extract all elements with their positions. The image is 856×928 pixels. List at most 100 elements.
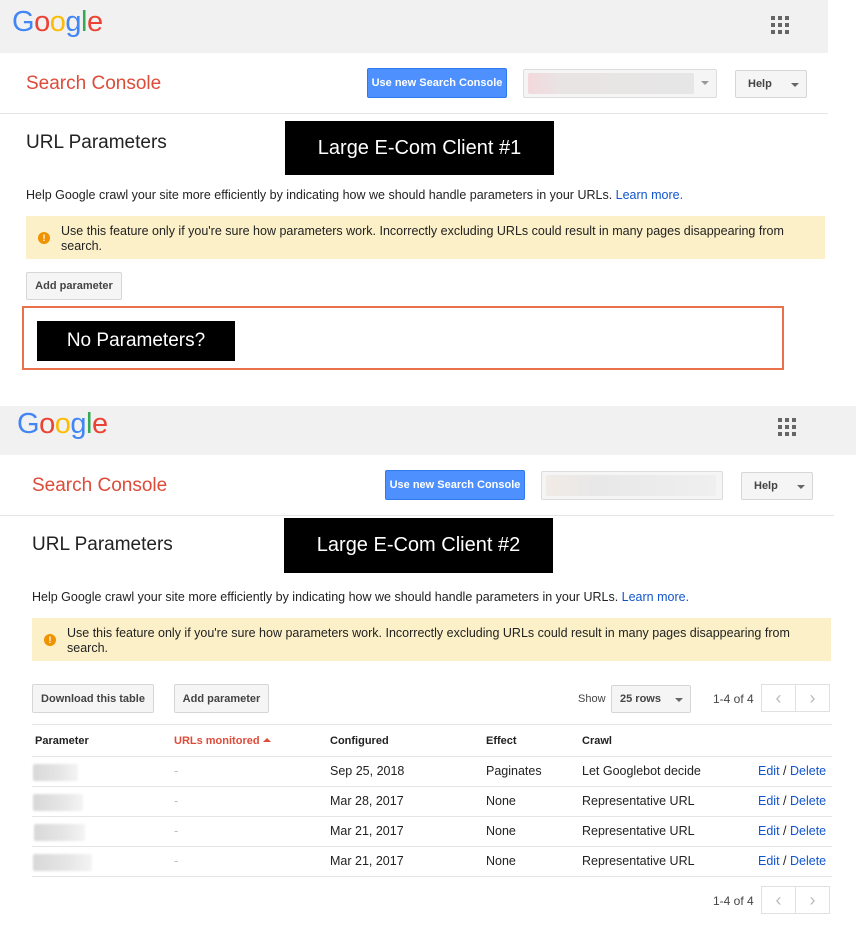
logo-letter: e (86, 6, 103, 38)
chevron-left-icon[interactable]: ‹ (761, 886, 796, 914)
help-text: Help Google crawl your site more efficie… (26, 188, 613, 202)
edit-link[interactable]: Edit (758, 854, 780, 868)
help-button[interactable]: Help (735, 70, 807, 98)
pagination-count: 1-4 of 4 (713, 894, 754, 908)
download-table-button[interactable]: Download this table (32, 684, 154, 713)
col-header-configured[interactable]: Configured (330, 735, 389, 747)
row-divider (32, 816, 832, 817)
chevron-down-icon (701, 81, 709, 85)
header-divider (0, 113, 828, 114)
logo-letter: g (70, 408, 86, 440)
action-separator: / (783, 794, 787, 808)
delete-link[interactable]: Delete (790, 854, 826, 868)
chevron-down-icon (675, 698, 683, 702)
edit-link[interactable]: Edit (758, 764, 780, 778)
help-description: Help Google crawl your site more efficie… (32, 590, 689, 604)
use-new-search-console-button[interactable]: Use new Search Console (385, 470, 525, 500)
page-title: URL Parameters (26, 132, 167, 153)
header-divider (32, 756, 832, 757)
use-new-search-console-button[interactable]: Use new Search Console (367, 68, 507, 98)
delete-link[interactable]: Delete (790, 794, 826, 808)
urls-monitored-cell: - (174, 764, 179, 778)
configured-cell: Sep 25, 2018 (330, 764, 405, 778)
warning-text: Use this feature only if you're sure how… (67, 626, 790, 655)
site-selector[interactable] (541, 471, 723, 500)
col-header-effect[interactable]: Effect (486, 735, 517, 747)
add-parameter-button[interactable]: Add parameter (174, 684, 269, 713)
rows-per-page-select[interactable]: 25 rows (611, 685, 691, 713)
effect-cell: None (486, 794, 516, 808)
site-name-redacted (546, 475, 716, 496)
col-header-label: URLs monitored (174, 735, 260, 747)
learn-more-link[interactable]: Learn more. (622, 590, 689, 604)
logo-letter: o (54, 408, 71, 440)
client-label: Large E-Com Client #2 (284, 518, 553, 573)
chevron-down-icon (791, 83, 799, 87)
parameter-redacted (34, 824, 85, 841)
chevron-down-icon (797, 485, 805, 489)
urls-monitored-cell: - (174, 824, 179, 838)
urls-monitored-cell: - (174, 794, 179, 808)
no-parameters-label: No Parameters? (37, 321, 235, 361)
configured-cell: Mar 21, 2017 (330, 854, 404, 868)
help-label: Help (754, 480, 778, 492)
sort-ascending-icon (262, 738, 271, 742)
effect-cell: None (486, 854, 516, 868)
col-header-crawl[interactable]: Crawl (582, 735, 612, 747)
learn-more-link[interactable]: Learn more. (616, 188, 683, 202)
edit-link[interactable]: Edit (758, 824, 780, 838)
show-label: Show (578, 693, 606, 705)
page-title: URL Parameters (32, 534, 173, 555)
action-separator: / (783, 854, 787, 868)
edit-link[interactable]: Edit (758, 794, 780, 808)
delete-link[interactable]: Delete (790, 764, 826, 778)
table-top-divider (32, 724, 832, 725)
crawl-cell: Representative URL (582, 824, 695, 838)
logo-letter: o (34, 6, 50, 38)
logo-letter: G (12, 6, 35, 38)
parameter-redacted (33, 794, 83, 811)
parameter-redacted (33, 854, 92, 871)
site-selector[interactable] (523, 69, 717, 98)
google-topbar (0, 0, 828, 53)
logo-letter: e (91, 408, 108, 440)
rows-value: 25 rows (620, 693, 661, 705)
logo-letter: o (39, 408, 55, 440)
parameter-redacted (33, 764, 78, 781)
configured-cell: Mar 21, 2017 (330, 824, 404, 838)
warning-circle-icon: ! (44, 634, 56, 646)
logo-letter: g (65, 6, 81, 38)
crawl-cell: Representative URL (582, 854, 695, 868)
search-console-title[interactable]: Search Console (32, 475, 167, 497)
col-header-urls-monitored[interactable]: URLs monitored (174, 735, 271, 747)
effect-cell: None (486, 824, 516, 838)
help-description: Help Google crawl your site more efficie… (26, 188, 683, 202)
header-divider (0, 515, 834, 516)
chevron-right-icon[interactable]: › (795, 886, 830, 914)
chevron-left-icon[interactable]: ‹ (761, 684, 796, 712)
add-parameter-button[interactable]: Add parameter (26, 272, 122, 300)
row-divider (32, 876, 832, 877)
col-header-parameter[interactable]: Parameter (35, 735, 89, 747)
warning-banner: ! Use this feature only if you're sure h… (26, 216, 825, 259)
google-logo[interactable]: Google (12, 6, 103, 39)
chevron-right-icon[interactable]: › (795, 684, 830, 712)
urls-monitored-cell: - (174, 854, 179, 868)
warning-banner: ! Use this feature only if you're sure h… (32, 618, 831, 661)
row-divider (32, 846, 832, 847)
search-console-title[interactable]: Search Console (26, 73, 161, 95)
action-separator: / (783, 824, 787, 838)
help-button[interactable]: Help (741, 472, 813, 500)
row-actions: Edit / Delete (758, 764, 826, 778)
google-logo[interactable]: Google (17, 408, 108, 441)
delete-link[interactable]: Delete (790, 824, 826, 838)
row-actions: Edit / Delete (758, 824, 826, 838)
google-topbar (0, 406, 856, 455)
logo-letter: G (17, 408, 40, 440)
help-text: Help Google crawl your site more efficie… (32, 590, 619, 604)
effect-cell: Paginates (486, 764, 542, 778)
row-actions: Edit / Delete (758, 794, 826, 808)
apps-grid-icon[interactable] (778, 418, 796, 436)
site-name-redacted (528, 73, 694, 94)
apps-grid-icon[interactable] (771, 16, 789, 34)
